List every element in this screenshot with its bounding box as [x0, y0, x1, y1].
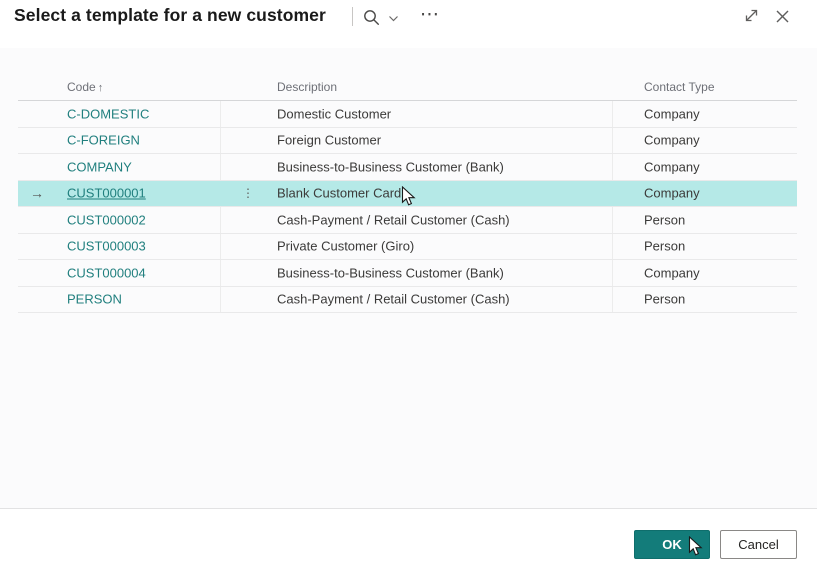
- close-icon[interactable]: [774, 8, 791, 25]
- template-description: Cash-Payment / Retail Customer (Cash): [277, 212, 510, 228]
- contact-type: Company: [644, 159, 700, 175]
- column-header-contact-type[interactable]: Contact Type: [644, 80, 715, 94]
- contact-type: Person: [644, 238, 686, 254]
- template-code-link[interactable]: C-DOMESTIC: [67, 106, 149, 121]
- column-header-code-label: Code: [67, 80, 96, 94]
- contact-type: Company: [644, 265, 700, 281]
- column-header-code[interactable]: Code ↑: [67, 80, 103, 94]
- template-code-link[interactable]: CUST000001: [67, 186, 146, 201]
- template-description: Domestic Customer: [277, 106, 392, 122]
- template-code-link[interactable]: COMPANY: [67, 159, 132, 174]
- contact-type: Company: [644, 132, 700, 148]
- chevron-down-icon[interactable]: [387, 12, 400, 25]
- table-row[interactable]: PERSON Cash-Payment / Retail Customer (C…: [18, 287, 797, 313]
- template-description: Private Customer (Giro): [277, 238, 415, 254]
- template-description: Cash-Payment / Retail Customer (Cash): [277, 291, 510, 307]
- template-code-link[interactable]: PERSON: [67, 292, 122, 307]
- template-description: Business-to-Business Customer (Bank): [277, 159, 504, 175]
- footer-divider: [0, 508, 817, 509]
- template-code-link[interactable]: CUST000002: [67, 212, 146, 227]
- titlebar-divider: [352, 7, 353, 26]
- more-options-icon[interactable]: ⋯: [420, 2, 440, 28]
- contact-type: Company: [644, 106, 700, 122]
- contact-type: Company: [644, 185, 700, 201]
- dialog-titlebar: Select a template for a new customer ⋯: [0, 0, 817, 48]
- template-code-link[interactable]: C-FOREIGN: [67, 133, 140, 148]
- template-description: Business-to-Business Customer (Bank): [277, 265, 504, 281]
- cancel-button[interactable]: Cancel: [720, 530, 797, 559]
- template-description: Blank Customer Card: [277, 185, 402, 201]
- table-row[interactable]: CUST000003 Private Customer (Giro) Perso…: [18, 234, 797, 260]
- table-row[interactable]: C-FOREIGN Foreign Customer Company: [18, 128, 797, 154]
- expand-icon[interactable]: [742, 6, 761, 25]
- table-row[interactable]: CUST000002 Cash-Payment / Retail Custome…: [18, 207, 797, 234]
- sort-ascending-icon: ↑: [97, 82, 104, 94]
- column-header-description[interactable]: Description: [277, 80, 337, 94]
- table-row[interactable]: CUST000004 Business-to-Business Customer…: [18, 260, 797, 287]
- page-title: Select a template for a new customer: [14, 5, 326, 25]
- table-row[interactable]: C-DOMESTIC Domestic Customer Company: [18, 101, 797, 128]
- contact-type: Person: [644, 291, 686, 307]
- contact-type: Person: [644, 212, 686, 228]
- selected-row-arrow-icon: →: [30, 185, 44, 202]
- table-row[interactable]: → CUST000001 ⋮ Blank Customer Card Compa…: [18, 180, 797, 207]
- ok-button[interactable]: OK: [634, 530, 710, 559]
- table-row[interactable]: COMPANY Business-to-Business Customer (B…: [18, 154, 797, 181]
- row-menu-icon[interactable]: ⋮: [242, 186, 254, 200]
- template-description: Foreign Customer: [277, 132, 382, 148]
- template-code-link[interactable]: CUST000003: [67, 239, 146, 254]
- template-picker-dialog: Select a template for a new customer ⋯ C…: [0, 0, 817, 568]
- template-code-link[interactable]: CUST000004: [67, 265, 146, 280]
- search-icon[interactable]: [362, 8, 381, 27]
